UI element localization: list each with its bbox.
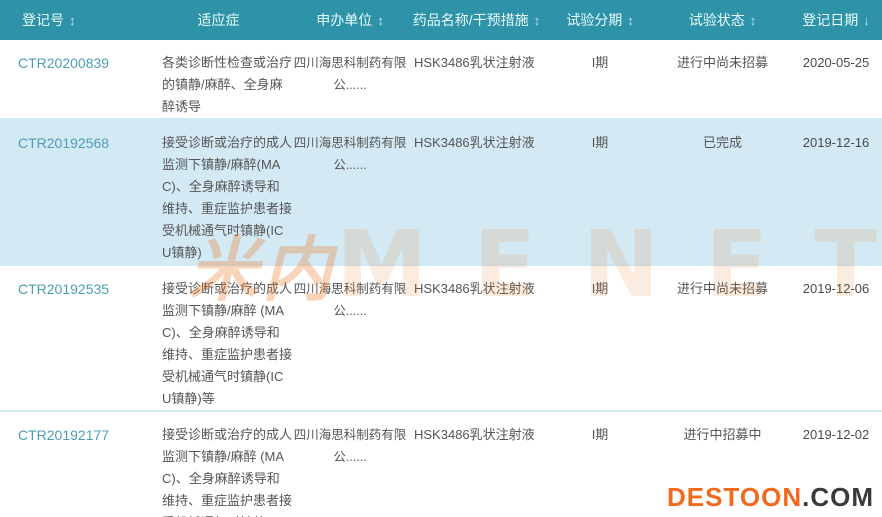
header-label: 申办单位 bbox=[316, 12, 372, 28]
trial-status-cell: 进行中尚未招募 bbox=[655, 265, 790, 411]
trial-phase-cell: I期 bbox=[545, 411, 655, 517]
drug-name-cell: HSK3486乳状注射液 bbox=[408, 40, 545, 119]
table-body: CTR20200839 各类诊断性检查或治疗的镇静/麻醉、全身麻醉诱导 四川海思… bbox=[0, 40, 882, 517]
sort-both-icon[interactable]: ↕ bbox=[377, 13, 384, 28]
registration-id-link[interactable]: CTR20192568 bbox=[18, 135, 109, 151]
trial-phase-cell: I期 bbox=[545, 119, 655, 265]
sort-desc-icon[interactable]: ↓ bbox=[863, 13, 870, 28]
clinical-trials-table: 登记号 ↕ 适应症 申办单位 ↕ 药品名称/干预措施 ↕ 试验分期 ↕ 试验状态 ↕ bbox=[0, 0, 882, 517]
header-label: 药品名称/干预措施 bbox=[413, 12, 529, 28]
header-label: 适应症 bbox=[198, 12, 240, 28]
sort-both-icon[interactable]: ↕ bbox=[69, 13, 76, 28]
trial-status-cell: 已完成 bbox=[655, 119, 790, 265]
sponsor-cell: 四川海思科制药有限公...... bbox=[292, 411, 408, 517]
trial-phase-cell: I期 bbox=[545, 265, 655, 411]
registration-date-cell: 2020-05-25 bbox=[790, 40, 882, 119]
header-label: 试验状态 bbox=[689, 12, 745, 28]
indication-cell: 接受诊断或治疗的成人监测下镇静/麻醉 (MAC)、全身麻醉诱导和维持、重症监护患… bbox=[145, 265, 292, 411]
registration-id-link[interactable]: CTR20192535 bbox=[18, 281, 109, 297]
table-row-highlighted: CTR20192568 接受诊断或治疗的成人监测下镇静/麻醉(MAC)、全身麻醉… bbox=[0, 119, 882, 265]
registration-date-cell: 2019-12-16 bbox=[790, 119, 882, 265]
table-header: 登记号 ↕ 适应症 申办单位 ↕ 药品名称/干预措施 ↕ 试验分期 ↕ 试验状态 ↕ bbox=[0, 0, 882, 40]
drug-name-cell: HSK3486乳状注射液 bbox=[408, 265, 545, 411]
drug-name-cell: HSK3486乳状注射液 bbox=[408, 119, 545, 265]
header-indication: 适应症 bbox=[145, 0, 292, 40]
sponsor-cell: 四川海思科制药有限公...... bbox=[292, 265, 408, 411]
header-label: 登记日期 bbox=[802, 12, 858, 28]
header-drug-name[interactable]: 药品名称/干预措施 ↕ bbox=[408, 0, 545, 40]
registration-id-cell: CTR20192177 bbox=[0, 411, 145, 517]
trial-status-cell: 进行中尚未招募 bbox=[655, 40, 790, 119]
table-header-row: 登记号 ↕ 适应症 申办单位 ↕ 药品名称/干预措施 ↕ 试验分期 ↕ 试验状态 ↕ bbox=[0, 0, 882, 40]
registration-date-cell: 2019-12-06 bbox=[790, 265, 882, 411]
table-row: CTR20192177 接受诊断或治疗的成人监测下镇静/麻醉 (MAC)、全身麻… bbox=[0, 411, 882, 517]
sponsor-cell: 四川海思科制药有限公...... bbox=[292, 119, 408, 265]
header-label: 登记号 bbox=[22, 12, 64, 28]
trial-status-cell: 进行中招募中 bbox=[655, 411, 790, 517]
registration-date-cell: 2019-12-02 bbox=[790, 411, 882, 517]
indication-cell: 各类诊断性检查或治疗的镇静/麻醉、全身麻醉诱导 bbox=[145, 40, 292, 119]
sort-both-icon[interactable]: ↕ bbox=[534, 13, 541, 28]
header-registration-id[interactable]: 登记号 ↕ bbox=[0, 0, 145, 40]
registration-id-link[interactable]: CTR20200839 bbox=[18, 55, 109, 71]
table-row: CTR20192535 接受诊断或治疗的成人监测下镇静/麻醉 (MAC)、全身麻… bbox=[0, 265, 882, 411]
sort-both-icon[interactable]: ↕ bbox=[750, 13, 757, 28]
clinical-trials-table-page: 登记号 ↕ 适应症 申办单位 ↕ 药品名称/干预措施 ↕ 试验分期 ↕ 试验状态 ↕ bbox=[0, 0, 882, 517]
sponsor-cell: 四川海思科制药有限公...... bbox=[292, 40, 408, 119]
registration-id-cell: CTR20200839 bbox=[0, 40, 145, 119]
indication-cell: 接受诊断或治疗的成人监测下镇静/麻醉(MAC)、全身麻醉诱导和维持、重症监护患者… bbox=[145, 119, 292, 265]
header-trial-phase[interactable]: 试验分期 ↕ bbox=[545, 0, 655, 40]
registration-id-cell: CTR20192535 bbox=[0, 265, 145, 411]
header-sponsor[interactable]: 申办单位 ↕ bbox=[292, 0, 408, 40]
indication-cell: 接受诊断或治疗的成人监测下镇静/麻醉 (MAC)、全身麻醉诱导和维持、重症监护患… bbox=[145, 411, 292, 517]
trial-phase-cell: I期 bbox=[545, 40, 655, 119]
sort-both-icon[interactable]: ↕ bbox=[627, 13, 634, 28]
header-trial-status[interactable]: 试验状态 ↕ bbox=[655, 0, 790, 40]
drug-name-cell: HSK3486乳状注射液 bbox=[408, 411, 545, 517]
table-row: CTR20200839 各类诊断性检查或治疗的镇静/麻醉、全身麻醉诱导 四川海思… bbox=[0, 40, 882, 119]
registration-id-cell: CTR20192568 bbox=[0, 119, 145, 265]
header-registration-date[interactable]: 登记日期 ↓ bbox=[790, 0, 882, 40]
header-label: 试验分期 bbox=[566, 12, 622, 28]
registration-id-link[interactable]: CTR20192177 bbox=[18, 427, 109, 443]
